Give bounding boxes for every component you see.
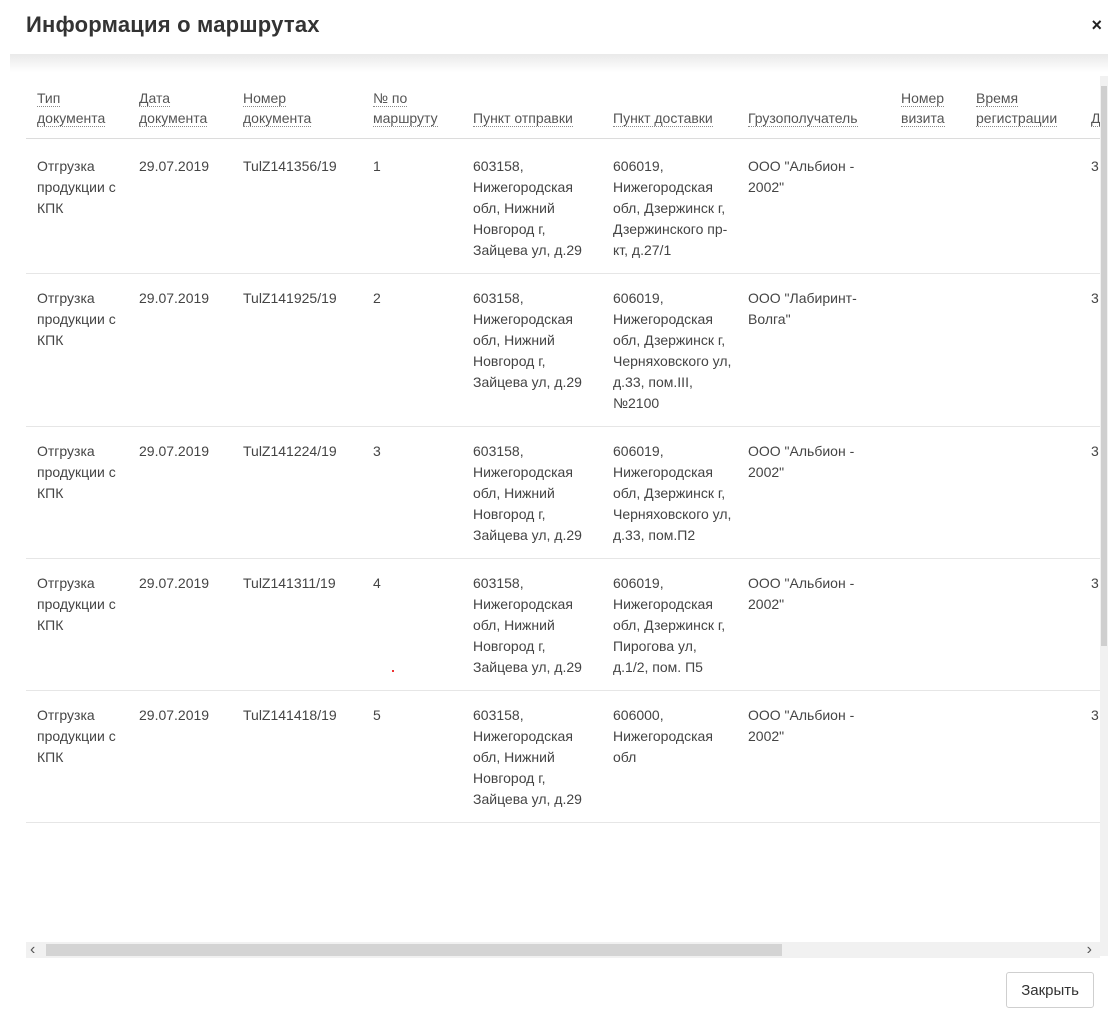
table-cell — [965, 690, 1080, 823]
table-cell — [965, 273, 1080, 427]
table-cell: 29.07.2019 — [128, 426, 232, 559]
vertical-scrollbar[interactable] — [1100, 76, 1108, 956]
table-cell: 606019, Нижегородская обл, Дзержинск г, … — [602, 138, 737, 274]
table-cell — [965, 426, 1080, 559]
column-header[interactable]: Номер визита — [890, 76, 965, 139]
routes-table: Тип документа Дата документа Номер докум… — [26, 76, 1100, 823]
table-row[interactable]: Отгрузка продукции с КПК 29.07.2019 TulZ14… — [26, 690, 1100, 823]
table-cell: ООО "Альбион - 2002" — [737, 558, 890, 691]
table-cell: 3 — [1080, 690, 1100, 823]
close-button[interactable]: Закрыть — [1006, 972, 1094, 1008]
table-cell: 603158, Нижегородская обл, Нижний Новгор… — [462, 273, 602, 427]
table-header-row: Тип документа Дата документа Номер докум… — [26, 76, 1100, 139]
routes-table-viewport[interactable]: Тип документа Дата документа Номер докум… — [26, 76, 1100, 940]
modal-title: Информация о маршрутах — [26, 12, 320, 37]
table-row[interactable]: Отгрузка продукции с КПК 29.07.2019 TulZ14… — [26, 426, 1100, 559]
table-cell: TulZ141224/19 — [232, 426, 362, 559]
table-cell: ООО "Лабиринт-Волга" — [737, 273, 890, 427]
column-header[interactable]: Время регистрации — [965, 76, 1080, 139]
column-header[interactable]: Дата документа — [128, 76, 232, 139]
table-cell — [890, 273, 965, 427]
horizontal-scrollbar[interactable]: ‹ › — [26, 940, 1100, 960]
table-cell: 603158, Нижегородская обл, Нижний Новгор… — [462, 426, 602, 559]
column-header[interactable]: № по маршруту — [362, 76, 462, 139]
table-cell — [890, 558, 965, 691]
column-header[interactable]: Тип документа — [26, 76, 128, 139]
table-row[interactable]: Отгрузка продукции с КПК 29.07.2019 TulZ14… — [26, 138, 1100, 274]
table-cell: 2 — [362, 273, 462, 427]
table-cell: TulZ141356/19 — [232, 138, 362, 274]
table-cell: ООО "Альбион - 2002" — [737, 426, 890, 559]
table-cell: 4 — [362, 558, 462, 691]
table-cell: TulZ141311/19 — [232, 558, 362, 691]
table-row[interactable]: Отгрузка продукции с КПК 29.07.2019 TulZ14… — [26, 558, 1100, 691]
table-cell: 3 — [1080, 558, 1100, 691]
table-cell: TulZ141418/19 — [232, 690, 362, 823]
table-cell: 606019, Нижегородская обл, Дзержинск г, … — [602, 426, 737, 559]
table-cell: 1 — [362, 138, 462, 274]
table-cell: ООО "Альбион - 2002" — [737, 690, 890, 823]
table-cell: 29.07.2019 — [128, 558, 232, 691]
table-cell — [890, 138, 965, 274]
scroll-right-icon[interactable]: › — [1087, 940, 1092, 960]
table-cell — [890, 690, 965, 823]
table-cell: Отгрузка продукции с КПК — [26, 558, 128, 691]
table-cell: ООО "Альбион - 2002" — [737, 138, 890, 274]
table-cell: 29.07.2019 — [128, 138, 232, 274]
column-header[interactable]: Пункт отправки — [462, 76, 602, 139]
table-cell: 606000, Нижегородская обл — [602, 690, 737, 823]
scrollbar-thumb[interactable] — [46, 944, 782, 956]
table-cell: 5 — [362, 690, 462, 823]
table-cell: 3 — [362, 426, 462, 559]
table-cell: 603158, Нижегородская обл, Нижний Новгор… — [462, 558, 602, 691]
table-cell — [890, 426, 965, 559]
table-cell: 606019, Нижегородская обл, Дзержинск г, … — [602, 273, 737, 427]
table-cell: Отгрузка продукции с КПК — [26, 426, 128, 559]
table-cell: Отгрузка продукции с КПК — [26, 138, 128, 274]
table-cell: Отгрузка продукции с КПК — [26, 690, 128, 823]
column-header[interactable]: Пункт доставки — [602, 76, 737, 139]
scroll-left-icon[interactable]: ‹ — [30, 940, 35, 960]
table-row[interactable]: Отгрузка продукции с КПК 29.07.2019 TulZ14… — [26, 273, 1100, 427]
vertical-scrollbar-thumb[interactable] — [1101, 86, 1107, 646]
table-cell: 606019, Нижегородская обл, Дзержинск г, … — [602, 558, 737, 691]
table-cell: Отгрузка продукции с КПК — [26, 273, 128, 427]
table-cell: 29.07.2019 — [128, 690, 232, 823]
column-header[interactable]: Грузополучатель — [737, 76, 890, 139]
table-cell: 3 — [1080, 138, 1100, 274]
column-header[interactable]: Номер документа — [232, 76, 362, 139]
table-cell: 29.07.2019 — [128, 273, 232, 427]
close-icon[interactable]: × — [1091, 16, 1102, 34]
table-cell: 3 — [1080, 426, 1100, 559]
table-cell — [965, 558, 1080, 691]
red-marker-dot — [392, 670, 394, 672]
table-cell: 603158, Нижегородская обл, Нижний Новгор… — [462, 138, 602, 274]
header-divider-shadow — [10, 54, 1108, 72]
table-cell: 603158, Нижегородская обл, Нижний Новгор… — [462, 690, 602, 823]
column-header[interactable]: Д — [1080, 76, 1100, 139]
table-cell: 3 — [1080, 273, 1100, 427]
table-cell — [965, 138, 1080, 274]
table-cell: TulZ141925/19 — [232, 273, 362, 427]
